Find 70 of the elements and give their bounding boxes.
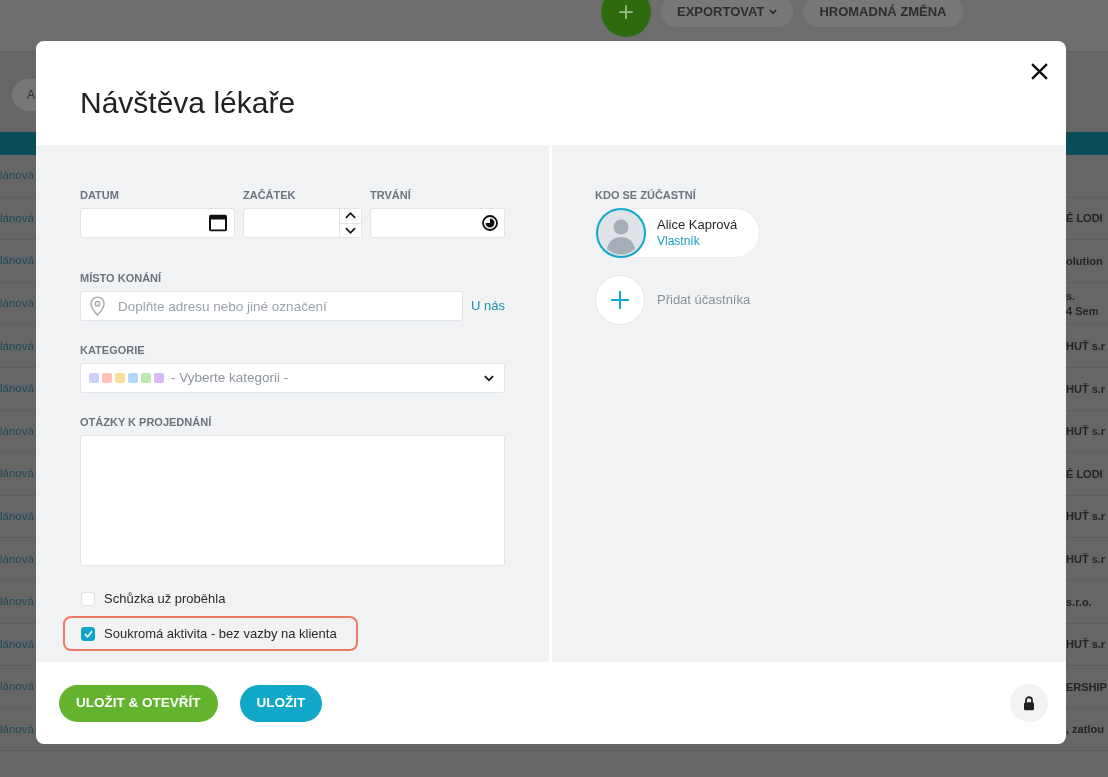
- duration-field[interactable]: [370, 208, 505, 238]
- caret-icon: [769, 8, 778, 15]
- table-cell-text: olution: [1066, 253, 1104, 269]
- table-cell-text: lánová: [0, 594, 34, 610]
- table-cell-text: lánová: [0, 381, 34, 397]
- address-field[interactable]: Doplňte adresu nebo jiné označení: [80, 291, 464, 321]
- table-cell-text: lánová: [0, 168, 34, 184]
- save-button[interactable]: ULOŽIT: [239, 684, 323, 722]
- table-cell-text: lánová: [0, 679, 34, 695]
- participant-chip[interactable]: Alice Kaprová Vlastník: [595, 208, 761, 258]
- field-label: MÍSTO KONÁNÍ: [80, 272, 163, 285]
- here-link[interactable]: U nás: [471, 296, 505, 316]
- field-label: OTÁZKY K PROJEDNÁNÍ: [80, 416, 213, 429]
- add-button[interactable]: [601, 0, 651, 37]
- dialog-title: Návštěva lékaře: [80, 85, 296, 121]
- avatar-icon: [596, 208, 646, 258]
- participant-name: Alice Kaprová: [657, 217, 738, 233]
- checkbox-label: Soukromá aktivita - bez vazby na klienta: [104, 624, 337, 643]
- field-label: KATEGORIE: [80, 344, 146, 357]
- table-cell-text: lánová: [0, 210, 34, 226]
- table-cell-text: lánová: [0, 338, 34, 354]
- table-cell-text: HUŤ s.r: [1066, 552, 1107, 567]
- table-cell-text: HUŤ s.r: [1066, 637, 1107, 652]
- calendar-icon: [209, 214, 227, 232]
- table-cell-text: lánová: [0, 508, 34, 524]
- export-button[interactable]: EXPORTOVAT: [661, 0, 794, 27]
- table-cell-text: HUŤ s.r: [1066, 424, 1107, 439]
- table-cell-text: lánová: [0, 721, 34, 737]
- table-cell-text: lánová: [0, 466, 34, 482]
- clock-icon: [482, 215, 498, 231]
- table-cell-text: lánová: [0, 253, 34, 269]
- category-select[interactable]: - Vyberte kategorii -: [80, 363, 505, 393]
- plus-icon: [619, 5, 633, 19]
- table-cell-text: s.r.o.: [1066, 594, 1093, 609]
- checkbox-label: Schůzka už proběhla: [104, 589, 226, 608]
- table-cell-text: HUŤ s.r: [1066, 509, 1107, 524]
- table-cell-text: É LODI: [1066, 211, 1104, 226]
- location-pin-icon: [90, 296, 105, 316]
- table-cell-text: lánová: [0, 295, 34, 311]
- table-cell: ERSHIP: [1066, 679, 1108, 695]
- table-cell-text: 4 Sem: [1066, 303, 1100, 318]
- table-cell-text: lánová: [0, 636, 34, 652]
- table-cell-text: lánová: [0, 423, 34, 439]
- close-icon: [1030, 62, 1048, 80]
- add-participant-label[interactable]: Přidat účastníka: [657, 290, 751, 310]
- chevron-down-icon: [345, 226, 356, 234]
- checkmark-icon: [83, 629, 93, 638]
- participant-role: Vlastník: [657, 233, 701, 249]
- table-cell-text: lánová: [0, 551, 34, 567]
- table-cell-text: , zatlou: [1066, 722, 1105, 737]
- save-and-open-button[interactable]: ULOŽIT & OTEVŘÍT: [59, 684, 218, 722]
- lock-icon: [1023, 695, 1035, 711]
- field-label: KDO SE ZÚČASTNÍ: [595, 189, 697, 202]
- close-button[interactable]: [1029, 61, 1049, 81]
- field-label: TRVÁNÍ: [370, 189, 412, 202]
- date-field[interactable]: [80, 208, 235, 238]
- field-label: DATUM: [80, 189, 120, 202]
- plus-icon: [610, 290, 630, 310]
- bulk-edit-button[interactable]: HROMADNÁ ZMĚNA: [803, 0, 963, 27]
- table-cell-text: É LODI: [1066, 466, 1104, 482]
- lock-button[interactable]: [1010, 684, 1048, 722]
- chevron-down-icon: [484, 374, 494, 382]
- questions-field[interactable]: [80, 435, 505, 566]
- table-cell-text: HUŤ s.r: [1066, 381, 1107, 396]
- add-participant-button[interactable]: [595, 275, 645, 325]
- chevron-up-icon: [345, 212, 356, 220]
- checkbox[interactable]: [81, 626, 95, 641]
- field-label: ZAČÁTEK: [243, 189, 297, 202]
- table-cell-text: s.: [1066, 289, 1077, 304]
- table-cell-text: HUŤ s.r: [1066, 339, 1107, 354]
